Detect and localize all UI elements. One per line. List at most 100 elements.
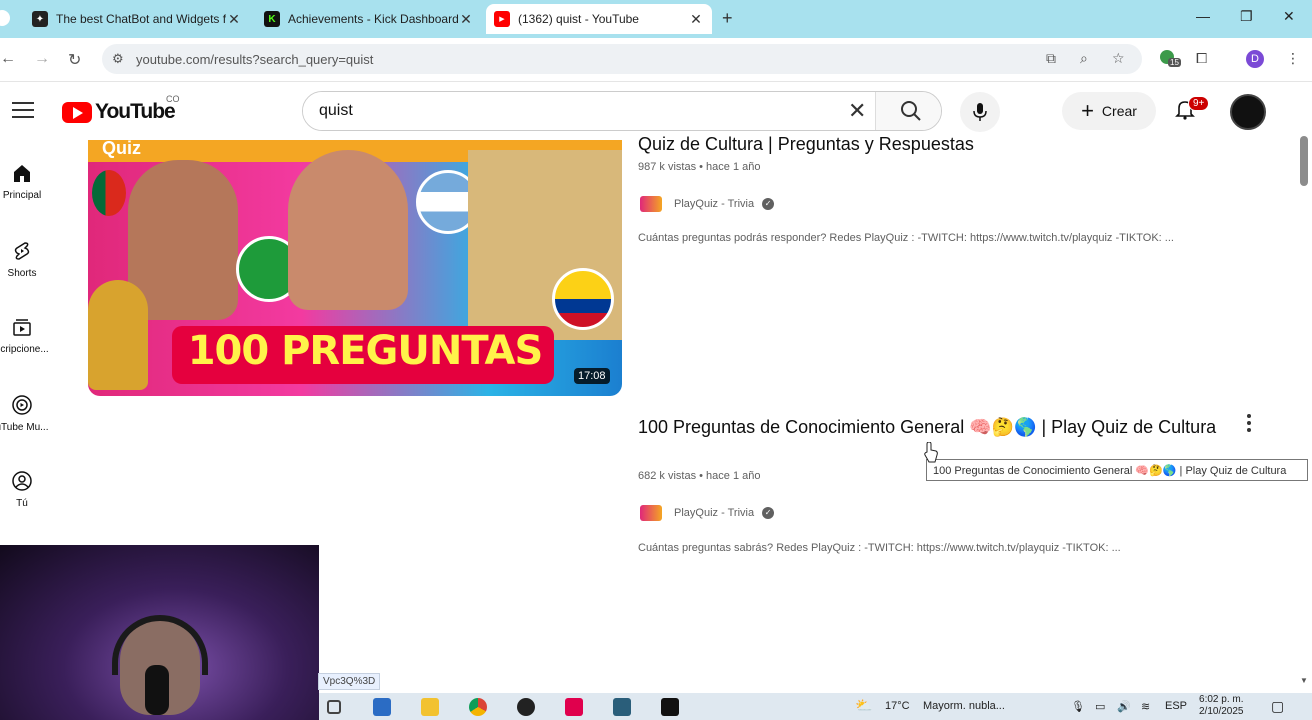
chatbot-favicon-icon: ✦	[32, 11, 48, 27]
address-bar[interactable]: ⚙ youtube.com/results?search_query=quist…	[102, 44, 1142, 74]
notification-center-icon[interactable]: ▢	[1271, 698, 1284, 715]
logo-wordmark: YouTube	[95, 100, 176, 123]
tab-title: The best ChatBot and Widgets f	[56, 12, 226, 26]
scroll-down-arrow-icon[interactable]: ▼	[1300, 676, 1308, 685]
tiktok-icon[interactable]	[565, 698, 583, 716]
wifi-tray-icon[interactable]: ≋	[1141, 700, 1150, 713]
obs-icon[interactable]	[517, 698, 535, 716]
kick-favicon-icon: K	[264, 11, 280, 27]
thumbnail-top-text: Quiz	[102, 140, 141, 158]
woman-portrait-figure	[288, 150, 408, 310]
account-avatar[interactable]	[1230, 94, 1266, 130]
video-duration-badge: 17:08	[574, 368, 610, 384]
channel-link[interactable]: PlayQuiz - Trivia ✓	[640, 196, 775, 212]
sidebar-item-label: Tú	[16, 498, 28, 509]
volume-tray-icon[interactable]: 🔊	[1117, 700, 1131, 713]
weather-description: Mayorm. nubla...	[923, 700, 1005, 712]
sidebar-item-label: Principal	[2, 190, 42, 201]
tab-kick[interactable]: K Achievements - Kick Dashboard ✕	[256, 4, 482, 34]
clock-time: 6:02 p. m.	[1199, 694, 1244, 705]
os-taskbar: ⛅ 17°C Mayorm. nubla... 🎙 ▭ 🔊 ≋ ESP ▢	[319, 693, 1312, 720]
restore-button[interactable]: ❐	[1240, 8, 1253, 25]
tab-youtube[interactable]: ▶ (1362) quist - YouTube ✕	[486, 4, 712, 34]
create-label: Crear	[1101, 103, 1137, 119]
mic-tray-icon[interactable]: 🎙	[1071, 700, 1085, 713]
channel-link[interactable]: PlayQuiz - Trivia ✓	[640, 505, 775, 521]
trophy-icon	[88, 280, 148, 390]
search-icon	[901, 101, 921, 121]
install-app-icon[interactable]: ⧉	[1046, 50, 1056, 67]
video-description-snippet: Cuántas preguntas sabrás? Redes PlayQuiz…	[638, 542, 1121, 554]
reload-icon[interactable]: ↻	[68, 50, 81, 70]
site-info-icon[interactable]: ⚙	[112, 51, 124, 67]
tab-chatbot[interactable]: ✦ The best ChatBot and Widgets f ✕	[24, 4, 250, 34]
video-metadata: 987 k vistas • hace 1 año	[638, 161, 761, 173]
tab-title: Achievements - Kick Dashboard	[288, 12, 458, 26]
extensions-puzzle-icon[interactable]: ⧠	[1196, 50, 1207, 67]
create-button[interactable]: + Crear	[1062, 92, 1156, 130]
voice-search-button[interactable]	[960, 92, 1000, 132]
extension-icon[interactable]: 15	[1160, 50, 1181, 67]
shorts-icon	[14, 242, 30, 260]
sidebar-item-you[interactable]: Tú	[0, 470, 51, 509]
page-scrollbar-thumb[interactable]	[1300, 136, 1308, 186]
link-status-bubble: Vpc3Q%3D	[318, 673, 381, 690]
close-window-button[interactable]: ✕	[1283, 8, 1295, 25]
home-icon	[14, 165, 30, 182]
extension-badge: 15	[1168, 58, 1181, 67]
video-title-link[interactable]: 100 Preguntas de Conocimiento General 🧠🤔…	[638, 414, 1218, 440]
sidebar-item-home[interactable]: Principal	[0, 162, 51, 201]
task-view-icon[interactable]	[327, 700, 341, 714]
chrome-icon[interactable]	[469, 698, 487, 716]
store-icon[interactable]	[373, 698, 391, 716]
close-tab-icon[interactable]: ✕	[458, 11, 474, 28]
channel-avatar-icon	[640, 196, 662, 212]
minimize-button[interactable]: —	[1196, 8, 1210, 24]
tab-list-button[interactable]	[0, 10, 10, 26]
video-thumbnail[interactable]: Quiz 100 PREGUNTAS	[88, 140, 622, 396]
forward-icon[interactable]: →	[34, 50, 50, 68]
close-tab-icon[interactable]: ✕	[688, 11, 704, 28]
guide-sidebar: Principal Shorts scripcione... uTube Mu.…	[0, 140, 60, 560]
channel-name: PlayQuiz - Trivia	[674, 507, 755, 519]
sidebar-item-subscriptions[interactable]: scripcione...	[0, 316, 51, 355]
youtube-favicon-icon: ▶	[494, 11, 510, 27]
close-tab-icon[interactable]: ✕	[226, 11, 242, 28]
video-title-link[interactable]: Quiz de Cultura | Preguntas y Respuestas	[638, 131, 974, 157]
game-app-icon[interactable]	[613, 698, 631, 716]
new-tab-button[interactable]: +	[722, 8, 733, 29]
browser-menu-icon[interactable]: ⋮	[1286, 50, 1300, 67]
search-box: ✕	[302, 91, 942, 131]
sidebar-item-label: uTube Mu...	[0, 422, 49, 433]
sidebar-item-youtube-music[interactable]: uTube Mu...	[0, 394, 51, 433]
plus-icon: +	[1081, 98, 1094, 123]
microphone-icon	[973, 103, 987, 121]
more-actions-icon[interactable]	[1244, 414, 1254, 435]
clear-search-icon[interactable]: ✕	[848, 98, 866, 124]
weather-icon[interactable]: ⛅	[855, 697, 872, 714]
taskbar-clock[interactable]: 6:02 p. m. 2/10/2025	[1199, 694, 1244, 718]
verified-badge-icon: ✓	[762, 198, 775, 210]
subscriptions-icon	[13, 319, 31, 336]
video-description-snippet: Cuántas preguntas podrás responder? Rede…	[638, 232, 1174, 244]
channel-name: PlayQuiz - Trivia	[674, 198, 755, 210]
zoom-icon[interactable]: ⌕	[1080, 50, 1088, 67]
sidebar-item-shorts[interactable]: Shorts	[0, 240, 51, 279]
search-button[interactable]	[875, 92, 941, 130]
colombia-flag-icon	[552, 268, 614, 330]
file-explorer-icon[interactable]	[421, 698, 439, 716]
youtube-play-logo-icon	[62, 101, 92, 123]
youtube-logo[interactable]: YouTube CO	[62, 94, 180, 124]
back-icon[interactable]: ←	[0, 50, 16, 68]
user-profile-icon	[12, 471, 32, 491]
network-tray-icon[interactable]: ▭	[1095, 700, 1105, 713]
search-input[interactable]	[303, 92, 873, 130]
title-tooltip: 100 Preguntas de Conocimiento General 🧠🤔…	[926, 459, 1308, 481]
notifications-badge: 9+	[1188, 96, 1210, 111]
browser-profile-avatar[interactable]: D	[1246, 50, 1264, 68]
menu-hamburger-icon[interactable]	[12, 102, 34, 123]
bookmark-star-icon[interactable]: ☆	[1112, 50, 1125, 67]
capcut-icon[interactable]	[661, 698, 679, 716]
channel-avatar-icon	[640, 505, 662, 521]
language-indicator[interactable]: ESP	[1165, 700, 1187, 712]
